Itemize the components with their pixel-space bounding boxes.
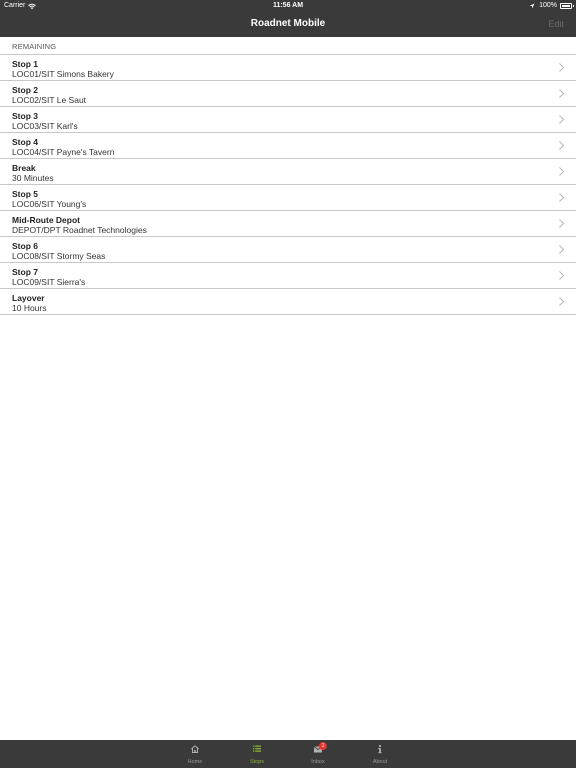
item-title: Stop 5 [12, 189, 38, 199]
item-subtitle: 30 Minutes [12, 173, 54, 183]
item-subtitle: LOC09/SIT Sierra's [12, 277, 86, 287]
tab-inbox[interactable]: 1 Inbox [298, 740, 338, 768]
chevron-right-icon [559, 115, 564, 124]
list-item[interactable]: Stop 7 LOC09/SIT Sierra's [0, 263, 576, 289]
status-bar: Carrier 11:56 AM 100% [0, 0, 576, 12]
nav-bar: Roadnet Mobile Edit [0, 12, 576, 37]
item-subtitle: DEPOT/DPT Roadnet Technologies [12, 225, 147, 235]
chevron-right-icon [559, 219, 564, 228]
item-subtitle: LOC08/SIT Stormy Seas [12, 251, 106, 261]
chevron-right-icon [559, 193, 564, 202]
list-item[interactable]: Stop 1 LOC01/SIT Simons Bakery [0, 55, 576, 81]
section-header-remaining: REMAINING [12, 42, 57, 51]
battery-icon [560, 3, 574, 9]
list-item[interactable]: Stop 6 LOC08/SIT Stormy Seas [0, 237, 576, 263]
tab-label: Stops [249, 759, 265, 765]
list-item[interactable]: Stop 4 LOC04/SIT Payne's Tavern [0, 133, 576, 159]
item-title: Stop 6 [12, 241, 38, 251]
item-subtitle: LOC02/SIT Le Saut [12, 95, 87, 105]
tab-stops[interactable]: Stops [237, 740, 277, 768]
item-title: Stop 1 [12, 59, 38, 69]
chevron-right-icon [559, 89, 564, 98]
battery-percent: 100% [539, 2, 557, 9]
item-subtitle: LOC06/SIT Young's [12, 199, 87, 209]
status-time: 11:56 AM [272, 2, 304, 9]
item-subtitle: LOC01/SIT Simons Bakery [12, 69, 114, 79]
list-item[interactable]: Stop 2 LOC02/SIT Le Saut [0, 81, 576, 107]
item-subtitle: 10 Hours [12, 303, 47, 313]
tab-home[interactable]: Home [175, 740, 215, 768]
home-icon [191, 745, 199, 753]
chevron-right-icon [559, 167, 564, 176]
location-arrow-icon [529, 3, 535, 9]
list-item[interactable]: Stop 5 LOC06/SIT Young's [0, 185, 576, 211]
list-item[interactable]: Break 30 Minutes [0, 159, 576, 185]
item-subtitle: LOC03/SIT Karl's [12, 121, 78, 131]
item-title: Stop 2 [12, 85, 38, 95]
tab-label: Home [187, 759, 203, 765]
screen: Carrier 11:56 AM 100% Roadnet Mobile Edi… [0, 0, 576, 768]
list-item[interactable]: Layover 10 Hours [0, 289, 576, 315]
item-title: Break [12, 163, 36, 173]
tab-label: About [372, 759, 388, 765]
item-subtitle: LOC04/SIT Payne's Tavern [12, 147, 115, 157]
inbox-badge: 1 [319, 742, 327, 750]
page-title: Roadnet Mobile [250, 18, 326, 29]
chevron-right-icon [559, 63, 564, 72]
item-title: Stop 3 [12, 111, 38, 121]
item-title: Stop 7 [12, 267, 38, 277]
chevron-right-icon [559, 297, 564, 306]
item-title: Layover [12, 293, 45, 303]
list-item[interactable]: Stop 3 LOC03/SIT Karl's [0, 107, 576, 133]
list-icon [253, 745, 261, 752]
info-icon [378, 744, 382, 754]
chevron-right-icon [559, 245, 564, 254]
status-right: 100% [529, 0, 574, 12]
list-item[interactable]: Mid-Route Depot DEPOT/DPT Roadnet Techno… [0, 211, 576, 237]
chevron-right-icon [559, 271, 564, 280]
stops-list: Stop 1 LOC01/SIT Simons Bakery Stop 2 LO… [0, 54, 576, 315]
tab-about[interactable]: About [360, 740, 400, 768]
edit-button[interactable]: Edit [548, 12, 564, 36]
item-title: Stop 4 [12, 137, 38, 147]
tab-label: Inbox [311, 759, 325, 765]
item-title: Mid-Route Depot [12, 215, 80, 225]
chevron-right-icon [559, 141, 564, 150]
tab-bar: Home Stops 1 Inbox About [0, 740, 576, 768]
